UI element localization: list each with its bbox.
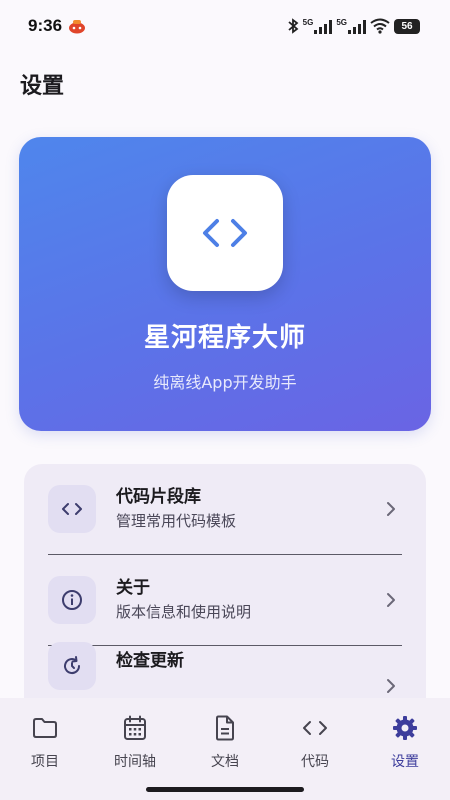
chevron-right-icon — [387, 679, 395, 693]
info-icon — [62, 590, 82, 610]
app-name: 星河程序大师 — [143, 323, 306, 353]
nav-item-settings[interactable]: 设置 — [360, 714, 450, 776]
nav-label: 设置 — [391, 754, 419, 770]
app-logo — [167, 175, 283, 291]
nav-label: 项目 — [31, 754, 59, 770]
network-type-label-2: 5G — [336, 18, 347, 27]
folder-icon — [33, 718, 57, 738]
menu-text: 检查更新 — [116, 642, 184, 672]
calendar-icon — [124, 715, 146, 740]
signal-bars-icon — [314, 20, 333, 34]
menu-text: 关于 版本信息和使用说明 — [116, 577, 251, 623]
status-bar: 9:36 5G 5G 56 — [0, 0, 450, 52]
menu-item-subtitle: 版本信息和使用说明 — [116, 603, 252, 621]
menu-item-snippets[interactable]: 代码片段库 管理常用代码模板 — [24, 464, 426, 554]
gear-icon — [393, 716, 417, 740]
document-icon — [216, 715, 234, 741]
menu-item-about[interactable]: 关于 版本信息和使用说明 — [24, 555, 426, 645]
menu-icon-box — [48, 485, 96, 533]
bluetooth-icon — [288, 18, 299, 34]
code-icon — [62, 503, 82, 515]
battery-indicator: 56 — [394, 18, 420, 34]
app-tagline: 纯离线App开发助手 — [153, 373, 297, 392]
code-icon — [303, 721, 327, 735]
code-brackets-icon — [203, 219, 247, 247]
menu-text: 代码片段库 管理常用代码模板 — [116, 486, 236, 532]
nav-item-code[interactable]: 代码 — [270, 714, 360, 776]
bottom-navigation: 项目 时间轴 文档 代码 设置 — [0, 698, 450, 800]
menu-item-subtitle: 管理常用代码模板 — [116, 512, 237, 530]
signal-5g-icon-2: 5G — [336, 18, 366, 34]
status-right: 5G 5G 56 — [287, 18, 420, 34]
nav-item-timeline[interactable]: 时间轴 — [90, 714, 180, 776]
menu-icon-box — [48, 642, 96, 690]
menu-icon-box — [48, 576, 96, 624]
chevron-right-icon — [387, 593, 395, 607]
status-time: 9:36 — [28, 16, 63, 35]
signal-bars-icon-2 — [348, 20, 366, 34]
refresh-icon — [64, 656, 81, 675]
home-indicator — [146, 787, 304, 792]
signal-5g-icon: 5G — [303, 18, 333, 34]
nav-label: 时间轴 — [114, 754, 156, 770]
chevron-right-icon — [387, 502, 395, 516]
page-title: 设置 — [20, 74, 65, 99]
wifi-icon — [370, 18, 390, 34]
network-type-label: 5G — [302, 18, 314, 27]
nav-item-docs[interactable]: 文档 — [180, 714, 270, 776]
nav-item-projects[interactable]: 项目 — [0, 714, 90, 776]
nav-label: 文档 — [211, 754, 239, 770]
status-left: 9:36 — [28, 16, 86, 36]
menu-item-title: 代码片段库 — [116, 487, 201, 507]
menu-item-title: 检查更新 — [116, 651, 184, 671]
nav-label: 代码 — [301, 754, 329, 770]
app-hero-card: 星河程序大师 纯离线App开发助手 — [19, 137, 431, 431]
notification-app-icon — [69, 20, 86, 34]
menu-item-title: 关于 — [116, 578, 150, 598]
